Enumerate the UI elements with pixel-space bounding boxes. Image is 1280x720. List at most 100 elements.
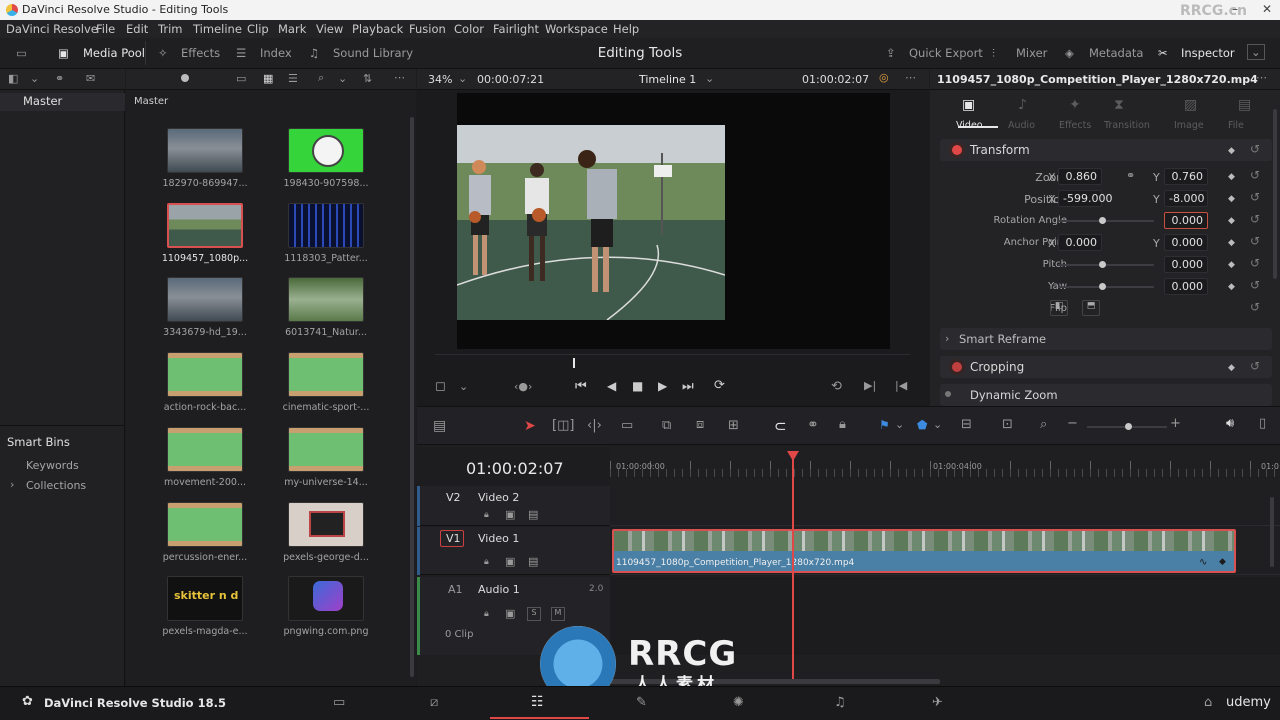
blade-tool-icon[interactable]: ▭: [621, 418, 633, 433]
solo-button[interactable]: S: [527, 607, 541, 621]
transition-tab-icon[interactable]: ⧗: [1114, 97, 1124, 113]
keywords-bin[interactable]: Keywords: [26, 459, 79, 472]
rotation-field[interactable]: 0.000: [1164, 212, 1208, 229]
timeline-name[interactable]: Timeline 1: [639, 73, 696, 86]
media-clip-name[interactable]: pexels-george-d...: [271, 552, 381, 563]
media-clip-name[interactable]: pngwing.com.png: [271, 626, 381, 637]
media-clip-name[interactable]: 3343679-hd_19...: [150, 327, 260, 338]
close-icon[interactable]: ✕: [1262, 2, 1272, 16]
zoom-out-icon[interactable]: −: [1067, 416, 1078, 431]
pitch-slider-knob[interactable]: [1099, 261, 1106, 268]
menu-edit[interactable]: Edit: [126, 22, 148, 36]
transform-toggle[interactable]: [952, 145, 962, 155]
grid-view-icon[interactable]: ▦: [263, 72, 273, 85]
chevron-right-icon[interactable]: ›: [10, 478, 14, 491]
media-clip-thumbnail[interactable]: [288, 501, 364, 547]
sort-icon[interactable]: ⇅: [363, 72, 372, 85]
reset-icon[interactable]: ↺: [1250, 278, 1260, 292]
tab-transition[interactable]: Transition: [1104, 120, 1150, 131]
media-clip-thumbnail[interactable]: [167, 501, 243, 547]
menu-davinci-resolve[interactable]: DaVinci Resolve: [6, 22, 98, 36]
tab-audio[interactable]: Audio: [1008, 120, 1035, 131]
menu-timeline[interactable]: Timeline: [193, 22, 242, 36]
inspector-button[interactable]: Inspector: [1181, 46, 1235, 60]
track-name-a1[interactable]: Audio 1: [478, 583, 520, 596]
flag-icon[interactable]: ⚑: [879, 418, 890, 432]
pitch-slider[interactable]: [1058, 264, 1154, 266]
master-bin[interactable]: Master: [23, 94, 62, 108]
home-icon[interactable]: ⌂: [1204, 695, 1212, 710]
media-clip-name[interactable]: pexels-magda-e...: [150, 626, 260, 637]
loop-icon[interactable]: ⟳: [714, 378, 725, 393]
speed-curve-icon[interactable]: ∿: [1199, 557, 1207, 568]
menu-fusion[interactable]: Fusion: [409, 22, 446, 36]
track-enable-icon[interactable]: ▤: [528, 508, 538, 521]
color-page-icon[interactable]: ✺: [733, 695, 744, 710]
keyframe-icon[interactable]: ◆: [1228, 363, 1235, 373]
effects-button[interactable]: Effects: [181, 46, 220, 60]
zoom-x-field[interactable]: 0.860: [1058, 168, 1102, 185]
mute-button[interactable]: M: [551, 607, 565, 621]
layout-icon[interactable]: ▭: [16, 46, 27, 60]
auto-select-icon[interactable]: ▣: [505, 508, 515, 521]
menu-file[interactable]: File: [96, 22, 115, 36]
menu-workspace[interactable]: Workspace: [545, 22, 608, 36]
insert-clip-icon[interactable]: ⧉: [662, 418, 671, 433]
quick-export-button[interactable]: Quick Export: [909, 46, 983, 60]
media-clip-thumbnail[interactable]: [288, 277, 364, 323]
transform-header[interactable]: Transform: [970, 143, 1030, 157]
smart-reframe-header[interactable]: Smart Reframe: [959, 332, 1046, 346]
media-clip-thumbnail[interactable]: [288, 576, 364, 622]
minimize-icon[interactable]: –: [1232, 2, 1238, 16]
quick-export-icon[interactable]: ⇪: [886, 46, 896, 60]
more-options-icon[interactable]: ⋯: [1256, 71, 1267, 84]
keyframe-icon[interactable]: ◆: [1228, 146, 1235, 156]
media-clip-thumbnail[interactable]: [167, 202, 243, 248]
keyframe-icon[interactable]: ◆: [1228, 194, 1235, 204]
media-pool-button[interactable]: Media Pool: [83, 46, 145, 60]
keyframe-icon[interactable]: ◆: [1228, 216, 1235, 226]
more-options-icon[interactable]: ⋯: [394, 71, 405, 84]
prev-edit-icon[interactable]: |◀: [895, 379, 907, 392]
menu-view[interactable]: View: [316, 22, 343, 36]
audio-tab-icon[interactable]: ♪: [1018, 97, 1027, 113]
linked-selection-icon[interactable]: ⚭: [807, 417, 819, 433]
cropping-toggle[interactable]: [952, 362, 962, 372]
list-view-icon[interactable]: ▭: [236, 72, 246, 85]
lock-icon[interactable]: 🔒︎: [484, 510, 489, 520]
index-icon[interactable]: ☰: [236, 46, 246, 60]
keyframe-icon[interactable]: ◆: [1228, 282, 1235, 292]
zoom-level[interactable]: 34%: [428, 73, 452, 86]
pitch-field[interactable]: 0.000: [1164, 256, 1208, 273]
yaw-field[interactable]: 0.000: [1164, 278, 1208, 295]
dynamic-zoom-toggle[interactable]: [945, 391, 951, 397]
reset-icon[interactable]: ↺: [1250, 212, 1260, 226]
effects-icon[interactable]: ✧: [158, 46, 168, 60]
fairlight-page-icon[interactable]: ♫: [834, 695, 846, 710]
yaw-slider-knob[interactable]: [1099, 283, 1106, 290]
full-extent-zoom-icon[interactable]: ⊟: [961, 417, 972, 432]
dynamic-zoom-header[interactable]: Dynamic Zoom: [970, 388, 1058, 402]
media-clip-thumbnail[interactable]: [288, 352, 364, 398]
play-icon[interactable]: ▶: [658, 379, 667, 393]
position-x-field[interactable]: -599.000: [1058, 190, 1112, 207]
menu-color[interactable]: Color: [454, 22, 484, 36]
detail-view-icon[interactable]: ☰: [288, 72, 298, 85]
edit-page-icon[interactable]: ☷: [531, 694, 544, 710]
media-clip-name[interactable]: cinematic-sport-...: [271, 402, 381, 413]
zoom-slider-knob[interactable]: [1125, 423, 1132, 430]
reset-icon[interactable]: ↺: [1250, 142, 1260, 156]
cut-page-icon[interactable]: ⧄: [430, 695, 438, 710]
timeline-view-options-icon[interactable]: ▤: [433, 418, 446, 434]
track-name-v2[interactable]: Video 2: [478, 491, 519, 504]
media-clip-thumbnail[interactable]: [167, 352, 243, 398]
chevron-down-icon[interactable]: ⌄: [458, 72, 467, 85]
media-clip-thumbnail[interactable]: skitter n d: [167, 576, 243, 622]
link-icon[interactable]: ⚭: [1126, 169, 1135, 182]
timeline-v-scrollbar[interactable]: [1270, 497, 1274, 567]
auto-select-icon[interactable]: ▣: [505, 607, 515, 620]
chevron-down-icon[interactable]: ⌄: [459, 380, 468, 393]
media-clip-name[interactable]: action-rock-bac...: [150, 402, 260, 413]
timeline-playhead[interactable]: [792, 459, 794, 681]
chevron-down-icon[interactable]: ⌄: [338, 72, 347, 85]
